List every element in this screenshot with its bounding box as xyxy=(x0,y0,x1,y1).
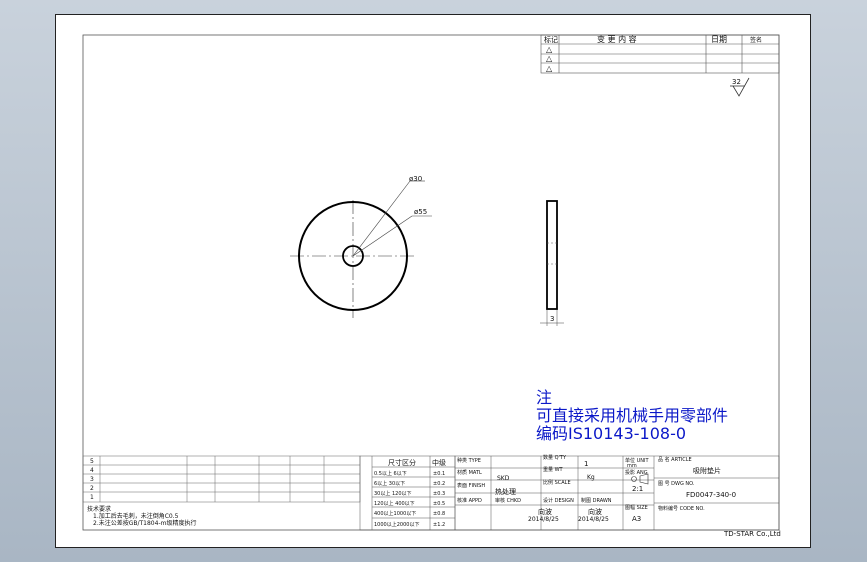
tb-finish-label: 表面 FINISH xyxy=(457,482,485,489)
dim-thickness: 3 xyxy=(550,315,554,323)
rev-col-mark: 标记 xyxy=(544,35,558,44)
tol-row-grade: ±0.5 xyxy=(433,501,445,507)
tol-row-grade: ±0.1 xyxy=(433,471,445,477)
rev-mark-1: △ xyxy=(546,45,553,54)
tech-req-item-2: 2.未注公差按GB/T1804-m级精度执行 xyxy=(93,519,196,527)
tol-row-grade: ±0.8 xyxy=(433,511,445,517)
tb-code-label: 物料编号 CODE NO. xyxy=(658,505,705,512)
front-view xyxy=(290,180,432,318)
tb-weight-label: 重量 WT xyxy=(543,466,564,473)
rev-col-date: 日期 xyxy=(711,35,727,44)
dim-outer-dia: ø55 xyxy=(414,208,427,216)
tol-row-range: 6以上 30以下 xyxy=(374,480,405,487)
tb-qty-label: 数量 Q'TY xyxy=(543,454,567,461)
tol-row-range: 30以上 120以下 xyxy=(374,490,412,497)
tb-dwg-no: FD0047-340-0 xyxy=(686,491,736,499)
tb-weight-value: Kg xyxy=(587,474,595,481)
tb-heat-label: 热处理 xyxy=(495,487,516,496)
rev-col-content: 变 更 内 容 xyxy=(597,34,637,44)
tb-checked-label: 审核 CHKD xyxy=(495,497,521,504)
left-small-table xyxy=(82,455,361,503)
tb-material-value: SKD xyxy=(497,475,510,482)
tb-design-date: 2014/8/25 xyxy=(528,516,559,523)
note-line-3: 编码IS10143-108-0 xyxy=(536,424,686,443)
tb-drawn-label: 制图 DRAWN xyxy=(581,497,612,504)
tol-header-range: 尺寸区分 xyxy=(388,458,416,467)
row-num-5: 5 xyxy=(90,458,94,465)
tol-row-range: 400以上1000以下 xyxy=(374,510,416,517)
tb-scale-label: 比例 SCALE xyxy=(543,479,571,486)
tb-approved-label: 核准 APPD xyxy=(457,497,482,504)
tb-dwg-no-label: 图 号 DWG NO. xyxy=(658,481,695,487)
tol-row-range: 120以上 400以下 xyxy=(374,500,415,507)
row-num-2: 2 xyxy=(90,485,94,492)
drawing-canvas: 标记 变 更 内 容 日期 签名 △ △ △ 32 ø30 ø55 3 注 可直… xyxy=(82,34,781,538)
company-name: TD-STAR Co.,Ltd xyxy=(723,530,781,538)
rev-mark-3: △ xyxy=(546,64,553,73)
tech-req-item-1: 1.加工后去毛刺，未注倒角C0.5 xyxy=(93,512,179,520)
note-line-2: 可直接采用机械手用零部件 xyxy=(536,406,728,425)
row-num-3: 3 xyxy=(90,476,94,483)
tb-designer-name: 向波 xyxy=(538,507,552,516)
dim-inner-dia: ø30 xyxy=(409,175,422,183)
note-block: 注 可直接采用机械手用零部件 编码IS10143-108-0 xyxy=(536,388,728,443)
tb-part-name: 吸附垫片 xyxy=(693,466,721,475)
tb-size-value: A3 xyxy=(632,515,641,523)
rev-col-sign: 签名 xyxy=(750,36,762,44)
tol-row-range: 0.5以上 6以下 xyxy=(374,470,407,477)
tb-designer-label: 设计 DESIGN xyxy=(543,497,574,504)
tb-size-label: 图幅 SIZE xyxy=(625,504,648,511)
tb-scale-value: 2:1 xyxy=(632,485,643,493)
tol-row-grade: ±1.2 xyxy=(433,522,445,528)
tol-row-range: 1000以上2000以下 xyxy=(374,521,419,528)
tb-qty-value: 1 xyxy=(584,460,588,468)
rev-mark-2: △ xyxy=(546,54,553,63)
revision-table xyxy=(540,34,780,74)
row-num-4: 4 xyxy=(90,467,94,474)
row-num-1: 1 xyxy=(90,494,94,501)
tb-type-label: 种类 TYPE xyxy=(457,457,481,464)
tol-row-grade: ±0.2 xyxy=(433,481,445,487)
tb-unit-value: mm xyxy=(627,463,637,469)
tol-row-grade: ±0.3 xyxy=(433,491,445,497)
tb-drawn-date: 2014/8/25 xyxy=(578,516,609,523)
note-line-1: 注 xyxy=(536,388,552,407)
roughness-value: 32 xyxy=(732,78,741,86)
side-view xyxy=(540,200,564,326)
tol-header-grade: 中级 xyxy=(432,458,446,467)
tb-part-name-label: 品 名 ARTICLE xyxy=(658,456,692,463)
tb-drawn-name: 向波 xyxy=(588,507,602,516)
tb-material-label: 材质 MATL xyxy=(457,469,482,476)
tech-req-title: 技术要求 xyxy=(87,505,111,513)
